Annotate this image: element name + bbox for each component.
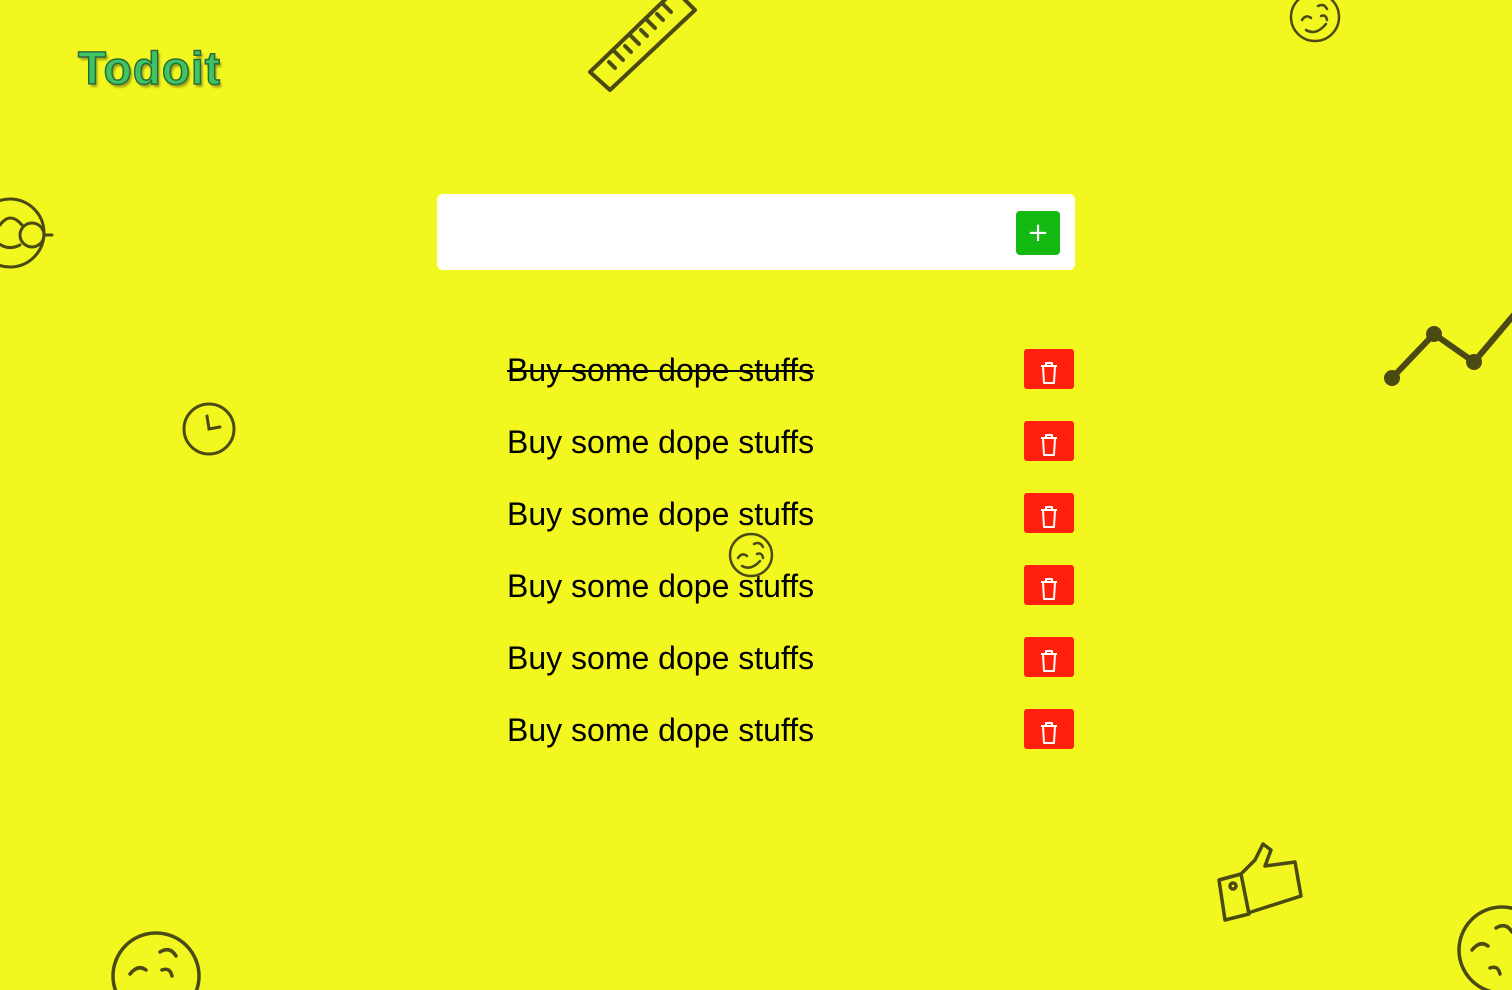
todo-item: Buy some dope stuffs	[507, 708, 1075, 750]
new-task-form: +	[437, 194, 1075, 270]
todo-text[interactable]: Buy some dope stuffs	[507, 352, 814, 388]
todo-text[interactable]: Buy some dope stuffs	[507, 496, 814, 532]
delete-task-button[interactable]	[1024, 493, 1074, 533]
glasses-face-doodle-icon	[0, 195, 60, 271]
todo-text[interactable]: Buy some dope stuffs	[507, 424, 814, 460]
todo-list: Buy some dope stuffs Buy some dope stuff…	[507, 348, 1075, 780]
todo-text[interactable]: Buy some dope stuffs	[507, 568, 814, 604]
todo-item: Buy some dope stuffs	[507, 564, 1075, 606]
trash-icon	[1041, 434, 1057, 456]
smiley-bottom-left-doodle-icon	[110, 930, 202, 990]
todo-text[interactable]: Buy some dope stuffs	[507, 640, 814, 676]
delete-task-button[interactable]	[1024, 637, 1074, 677]
todo-item: Buy some dope stuffs	[507, 348, 1075, 390]
delete-task-button[interactable]	[1024, 421, 1074, 461]
trash-icon	[1041, 578, 1057, 600]
clock-doodle-icon	[182, 402, 238, 458]
todo-item: Buy some dope stuffs	[507, 492, 1075, 534]
todo-item: Buy some dope stuffs	[507, 636, 1075, 678]
delete-task-button[interactable]	[1024, 709, 1074, 749]
trash-icon	[1041, 722, 1057, 744]
delete-task-button[interactable]	[1024, 349, 1074, 389]
plus-icon: +	[1027, 218, 1049, 248]
trash-icon	[1041, 362, 1057, 384]
app-logo: Todoit	[77, 41, 222, 95]
chart-line-doodle-icon	[1378, 300, 1512, 395]
smiley-doodle-icon	[1288, 0, 1344, 44]
new-task-input[interactable]	[457, 212, 1021, 254]
delete-task-button[interactable]	[1024, 565, 1074, 605]
add-task-button[interactable]: +	[1016, 211, 1060, 255]
todo-text[interactable]: Buy some dope stuffs	[507, 712, 814, 748]
todo-item: Buy some dope stuffs	[507, 420, 1075, 462]
thumbs-up-doodle-icon	[1215, 840, 1307, 924]
smiley-bottom-right-doodle-icon	[1456, 904, 1512, 990]
ruler-doodle-icon	[585, 0, 700, 92]
trash-icon	[1041, 506, 1057, 528]
trash-icon	[1041, 650, 1057, 672]
